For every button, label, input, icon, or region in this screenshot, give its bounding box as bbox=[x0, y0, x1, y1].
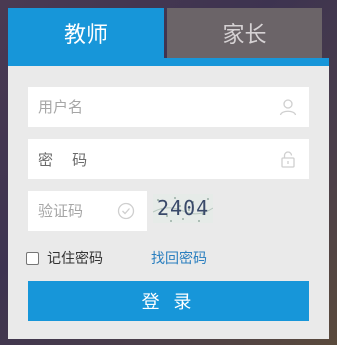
lock-icon bbox=[277, 148, 299, 170]
tab-parent-label: 家长 bbox=[222, 23, 267, 48]
tab-parent[interactable]: 家长 bbox=[167, 8, 322, 58]
user-icon bbox=[277, 96, 299, 118]
password-label: 密 码 bbox=[38, 150, 88, 169]
captcha-input[interactable] bbox=[28, 191, 115, 231]
check-circle-icon bbox=[115, 200, 137, 222]
remember-password[interactable]: 记住密码 bbox=[26, 248, 103, 268]
password-input[interactable] bbox=[87, 139, 277, 179]
username-input[interactable] bbox=[28, 87, 277, 127]
captcha-text: 2404 bbox=[157, 196, 210, 220]
forgot-password-link[interactable]: 找回密码 bbox=[151, 248, 207, 268]
login-button[interactable]: 登 录 bbox=[28, 281, 309, 321]
username-field[interactable] bbox=[28, 87, 309, 127]
tab-underline-strip bbox=[8, 58, 329, 66]
remember-checkbox[interactable] bbox=[26, 251, 39, 265]
captcha-field[interactable] bbox=[28, 191, 147, 231]
password-field[interactable]: 密 码 bbox=[28, 139, 309, 179]
remember-label: 记住密码 bbox=[47, 251, 103, 267]
tab-teacher[interactable]: 教师 bbox=[8, 8, 164, 58]
captcha-image[interactable]: 2404 bbox=[153, 194, 213, 223]
tab-teacher-label: 教师 bbox=[63, 23, 108, 48]
login-button-label: 登 录 bbox=[141, 292, 196, 313]
